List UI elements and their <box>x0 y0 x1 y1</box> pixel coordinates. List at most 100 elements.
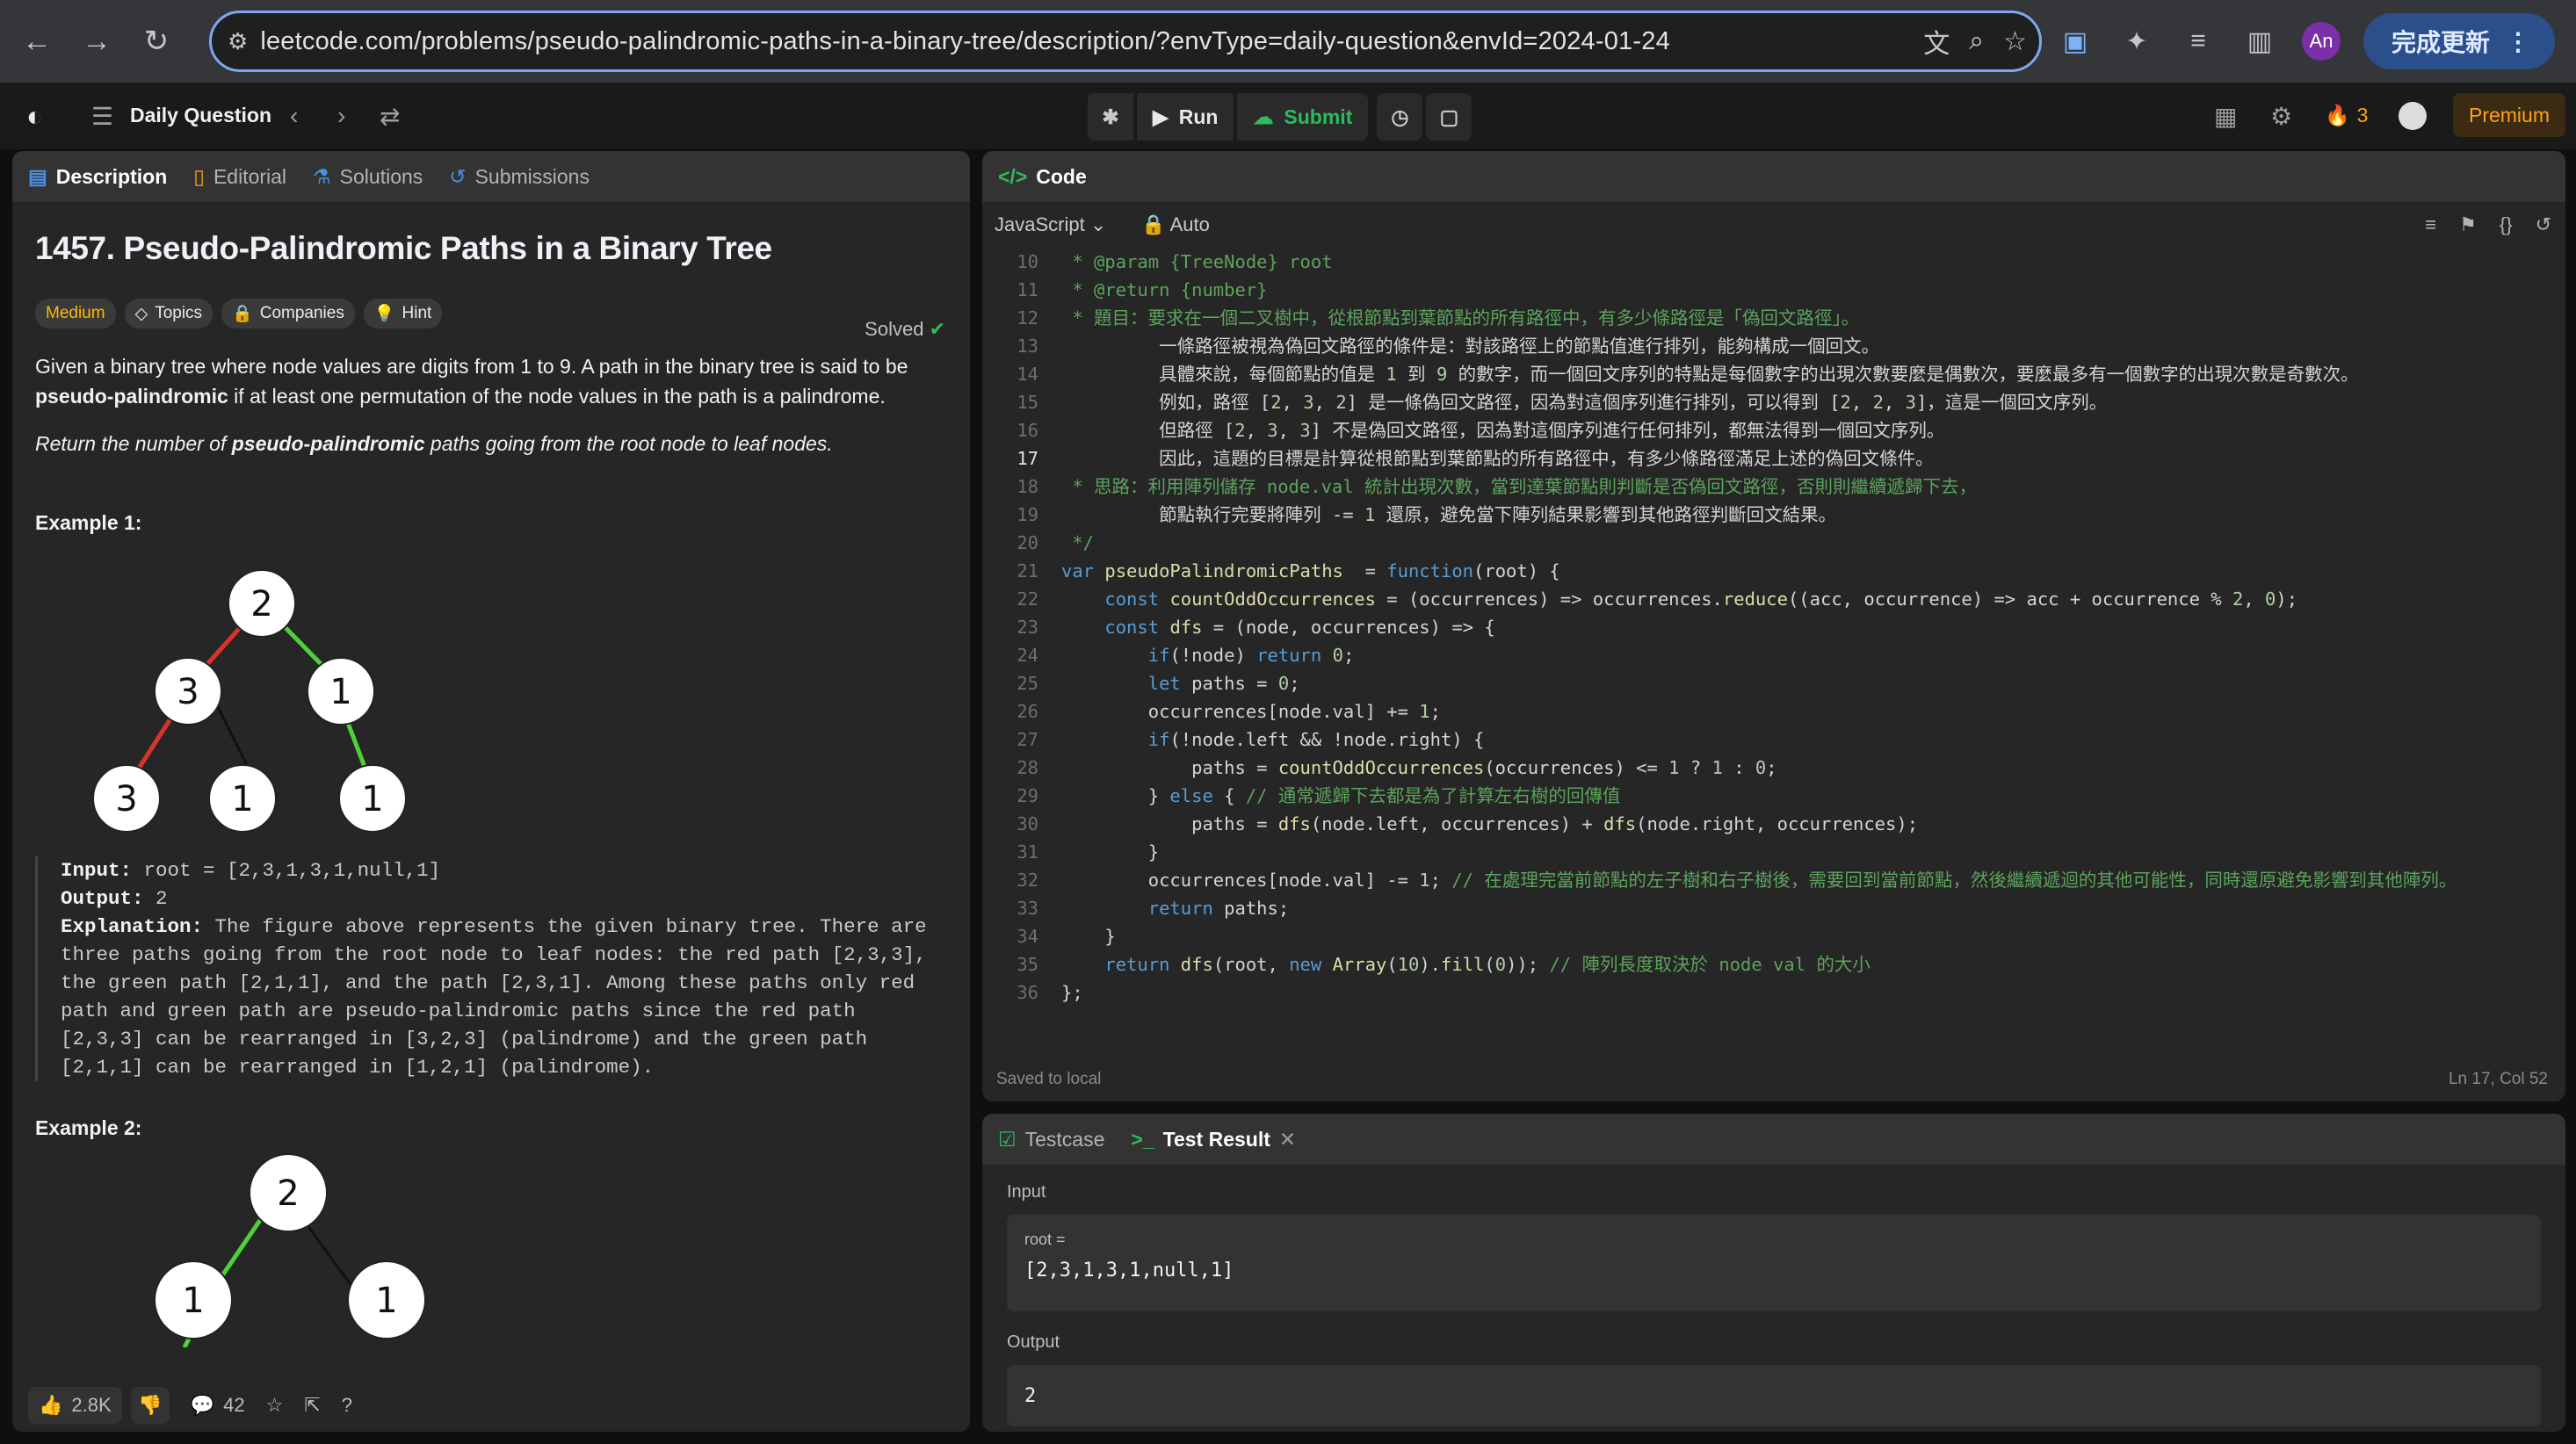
premium-button[interactable]: Premium <box>2453 93 2565 137</box>
code-brackets-icon: </> <box>998 164 1028 188</box>
bookmark-icon[interactable]: ⚑ <box>2459 213 2477 236</box>
next-problem-icon[interactable]: › <box>337 102 345 130</box>
share-icon[interactable]: ⇱ <box>304 1394 320 1417</box>
browser-toolbar: ← → ↻ ⚙ leetcode.com/problems/pseudo-pal… <box>0 0 2576 83</box>
play-icon: ▶ <box>1153 105 1169 128</box>
code-line: 節點執行完要將陣列 -= 1 還原，避免當下陣列結果影響到其他路徑判斷回文結果。 <box>1061 504 1837 525</box>
tree-node: 3 <box>115 779 137 819</box>
braces-icon[interactable]: {} <box>2500 213 2513 236</box>
line-number: 25 <box>1017 673 1038 694</box>
layout-grid-icon[interactable]: ▦ <box>2214 102 2237 131</box>
param-name: root = <box>1024 1231 1066 1248</box>
problem-list-icon[interactable]: ☰ <box>91 102 113 131</box>
code-line: 具體來說，每個節點的值是 1 到 9 的數字，而一個回文序列的特點是每個數字的出… <box>1061 364 2359 385</box>
statement-text: if at least one permutation of the node … <box>228 385 886 408</box>
code-line: if(!node.left && !node.right) { <box>1147 729 1485 750</box>
bookmark-star-icon[interactable]: ☆ <box>2003 26 2027 57</box>
tree-node: 1 <box>329 672 351 712</box>
zoom-icon[interactable]: ⌕ <box>1969 26 1984 56</box>
help-icon[interactable]: ? <box>342 1394 352 1417</box>
hint-tag[interactable]: 💡 Hint <box>363 299 443 329</box>
settings-gear-icon[interactable]: ⚙ <box>2270 102 2292 131</box>
tag-icon: ◇ <box>134 304 148 323</box>
tab-editorial[interactable]: ▯ Editorial <box>193 165 286 189</box>
line-number: 21 <box>1017 560 1038 581</box>
example-1-tree-image: 2 3 1 3 1 1 <box>92 569 407 833</box>
streak-counter[interactable]: 🔥 3 <box>2325 104 2368 127</box>
output-section-label: Output <box>1007 1332 1060 1352</box>
tab-label: Code <box>1036 164 1087 188</box>
extension-icon[interactable]: ▣ <box>2056 22 2095 61</box>
line-number: 28 <box>1017 757 1038 778</box>
like-button[interactable]: 👍 2.8K <box>28 1387 122 1424</box>
run-button[interactable]: ▶ Run <box>1137 93 1234 141</box>
line-number: 10 <box>1017 251 1038 272</box>
code-line: * 題目：要求在一個二叉樹中，從根節點到葉節點的所有路徑中，有多少條路徑是「偽回… <box>1061 307 1860 329</box>
companies-tag[interactable]: 🔒 Companies <box>221 299 355 329</box>
output-value: 2 <box>156 887 168 910</box>
side-panel-icon[interactable]: ▥ <box>2240 22 2279 61</box>
language-select[interactable]: JavaScript ⌄ <box>995 213 1106 236</box>
profile-avatar[interactable]: An <box>2302 22 2341 61</box>
close-icon[interactable]: ✕ <box>1279 1128 1296 1152</box>
line-number: 18 <box>1017 476 1038 497</box>
topics-tag[interactable]: ◇ Topics <box>124 299 213 329</box>
prev-problem-icon[interactable]: ‹ <box>290 102 298 130</box>
fire-icon: 🔥 <box>2325 104 2350 126</box>
reset-icon[interactable]: ↺ <box>2536 213 2551 236</box>
run-submit-bar: ✱ ▶ Run ☁ Submit ◷ ▢ <box>1088 93 1473 141</box>
address-bar[interactable]: ⚙ leetcode.com/problems/pseudo-palindrom… <box>209 11 2042 72</box>
comments-button[interactable]: 💬 42 <box>191 1394 245 1417</box>
debug-icon[interactable]: ✱ <box>1088 93 1133 141</box>
auto-mode[interactable]: 🔒 Auto <box>1141 213 1210 236</box>
check-circle-icon: ✔ <box>929 318 945 340</box>
save-status: Saved to local <box>996 1070 1102 1088</box>
daily-question-link[interactable]: Daily Question <box>130 104 271 127</box>
line-number: 35 <box>1017 954 1038 975</box>
update-button[interactable]: 完成更新 ⋮ <box>2363 13 2556 69</box>
forward-icon[interactable]: → <box>72 17 121 66</box>
chevron-down-icon: ⌄ <box>1089 213 1107 235</box>
tab-solutions[interactable]: ⚗ Solutions <box>313 165 423 189</box>
problem-title[interactable]: 1457. Pseudo-Palindromic Paths in a Bina… <box>35 230 947 267</box>
code-editor[interactable]: 10 * @param {TreeNode} root 11 * @return … <box>982 248 2565 1073</box>
tab-test-result[interactable]: >_ Test Result ✕ <box>1131 1128 1296 1152</box>
user-avatar[interactable] <box>2399 102 2427 130</box>
solved-label: Solved <box>865 318 924 340</box>
favorite-star-icon[interactable]: ☆ <box>266 1394 284 1417</box>
line-number: 33 <box>1017 898 1038 919</box>
line-number: 22 <box>1017 588 1038 610</box>
site-info-icon[interactable]: ⚙ <box>228 28 248 55</box>
language-label: JavaScript <box>995 213 1085 235</box>
format-icon[interactable]: ≡ <box>2425 213 2436 236</box>
media-control-icon[interactable]: ≡ <box>2179 22 2218 61</box>
shuffle-icon[interactable]: ⇄ <box>380 102 400 131</box>
tab-submissions[interactable]: ↺ Submissions <box>449 165 590 189</box>
notes-icon[interactable]: ▢ <box>1426 93 1473 141</box>
tab-testcase[interactable]: ☑ Testcase <box>998 1128 1104 1152</box>
tab-description[interactable]: ▤ Description <box>28 165 167 189</box>
back-icon[interactable]: ← <box>12 17 62 66</box>
tab-code[interactable]: </> Code <box>998 165 1087 189</box>
statement-text: Given a binary tree where node values ar… <box>35 355 908 378</box>
translate-icon[interactable]: 文 <box>1923 22 1950 61</box>
code-line: occurrences[node.val] += 1; <box>1061 701 1441 722</box>
timer-icon[interactable]: ◷ <box>1377 93 1423 141</box>
extensions-puzzle-icon[interactable]: ✦ <box>2117 22 2156 61</box>
difficulty-badge: Medium <box>35 299 116 329</box>
submit-button[interactable]: ☁ Submit <box>1237 93 1369 141</box>
line-number: 34 <box>1017 926 1038 947</box>
tree-node: 1 <box>375 1281 397 1321</box>
example-1-heading: Example 1: <box>35 511 142 534</box>
code-line: occurrences[node.val] -= 1; // 在處理完當前節點的… <box>1061 870 2457 891</box>
tab-label: Submissions <box>474 164 590 188</box>
tab-label: Description <box>55 164 168 188</box>
thumbs-down-icon[interactable]: 👎 <box>130 1387 170 1424</box>
code-tabbar: </> Code <box>982 151 2565 202</box>
leetcode-logo-icon[interactable]: ◐ <box>26 100 43 133</box>
statement-bold: pseudo-palindromic <box>35 385 228 408</box>
tab-label: Solutions <box>339 164 423 188</box>
reload-icon[interactable]: ↻ <box>132 17 181 66</box>
tree-node: 1 <box>361 779 383 819</box>
code-line: var pseudoPalindromicPaths = function(ro… <box>1061 560 1560 581</box>
